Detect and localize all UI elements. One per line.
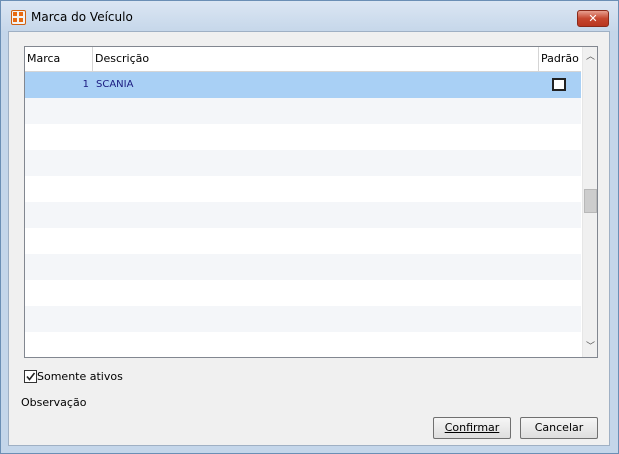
dialog-body: Marca Descrição Padrão 1 SCANIA ︿ ﹀ Somen… <box>8 31 610 446</box>
dialog-window: Marca do Veículo ✕ Marca Descrição Padrã… <box>0 0 619 454</box>
cell-descricao[interactable]: SCANIA <box>96 72 133 98</box>
app-logo-icon <box>11 10 26 25</box>
empty-row <box>25 176 581 202</box>
empty-row <box>25 202 581 228</box>
table-row[interactable]: 1 SCANIA <box>25 72 581 98</box>
checkmark-icon <box>26 372 36 381</box>
empty-row <box>25 254 581 280</box>
title-bar[interactable]: Marca do Veículo ✕ <box>1 1 618 31</box>
confirm-button-label: Confirmar <box>444 421 500 434</box>
cancel-button-label: Cancelar <box>534 421 584 434</box>
column-header-padrao[interactable]: Padrão <box>539 47 581 71</box>
empty-row <box>25 306 581 332</box>
column-header-marca[interactable]: Marca <box>25 47 93 71</box>
empty-row <box>25 98 581 124</box>
close-button[interactable]: ✕ <box>577 10 609 27</box>
grid-header: Marca Descrição Padrão <box>25 47 581 72</box>
somente-ativos-label[interactable]: Somente ativos <box>37 370 123 383</box>
window-title: Marca do Veículo <box>31 10 133 24</box>
empty-row <box>25 280 581 306</box>
scrollbar-thumb[interactable] <box>584 189 597 213</box>
chevron-up-icon[interactable]: ︿ <box>583 49 597 65</box>
empty-row <box>25 332 581 357</box>
brand-grid[interactable]: Marca Descrição Padrão 1 SCANIA ︿ ﹀ <box>24 46 598 358</box>
cancel-button[interactable]: Cancelar <box>520 417 598 439</box>
close-icon: ✕ <box>588 12 598 25</box>
confirm-button[interactable]: Confirmar <box>433 417 511 439</box>
observacao-label: Observação <box>21 396 87 409</box>
chevron-down-icon[interactable]: ﹀ <box>583 339 597 355</box>
grid-rows: 1 SCANIA <box>25 72 581 357</box>
padrao-checkbox[interactable] <box>552 78 566 91</box>
vertical-scrollbar[interactable]: ︿ ﹀ <box>582 47 597 357</box>
empty-row <box>25 124 581 150</box>
cell-marca[interactable]: 1 <box>25 72 89 98</box>
somente-ativos-box[interactable] <box>24 370 37 383</box>
column-header-descricao[interactable]: Descrição <box>93 47 539 71</box>
empty-row <box>25 228 581 254</box>
empty-row <box>25 150 581 176</box>
